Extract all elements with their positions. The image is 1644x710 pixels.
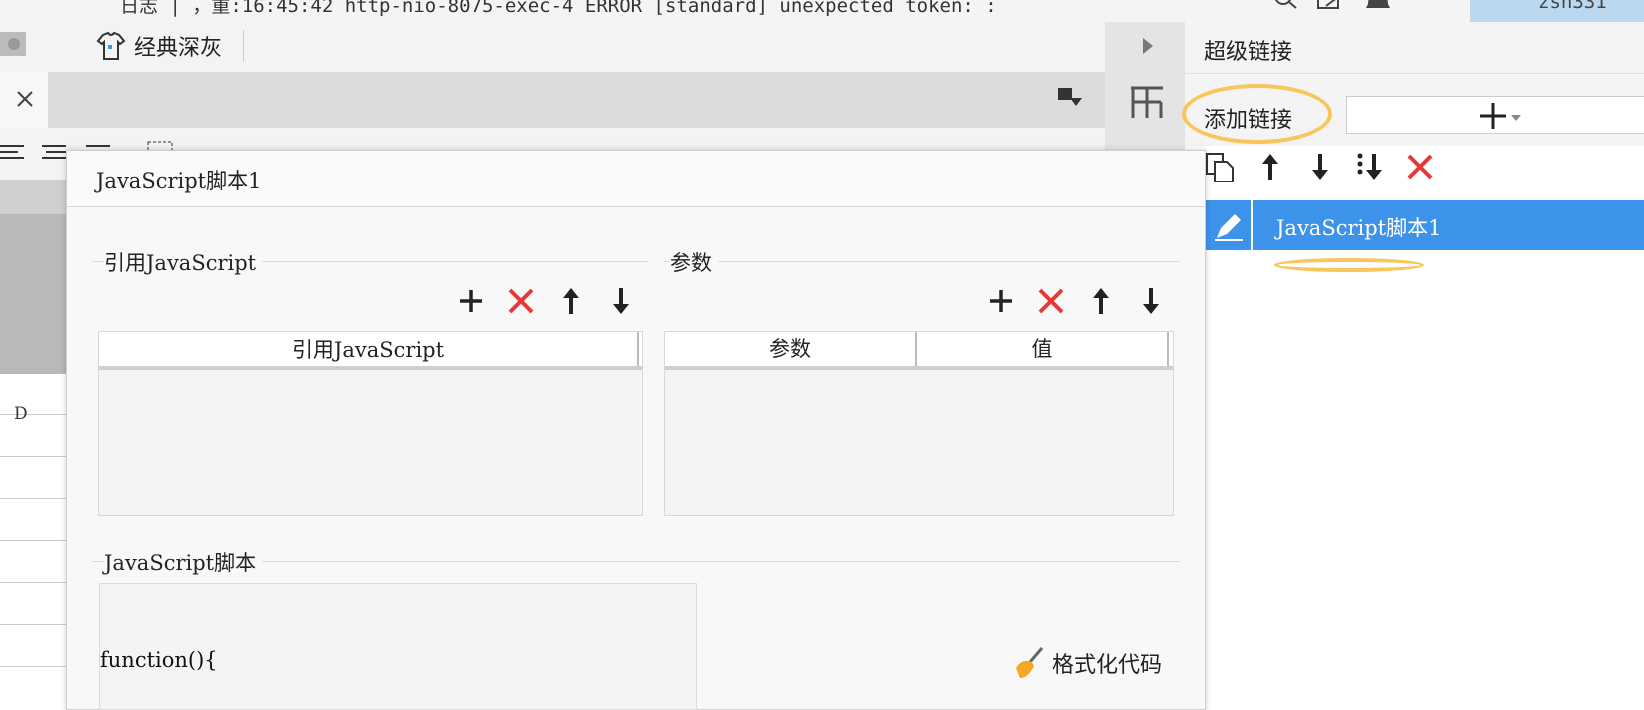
grid-line: [0, 582, 68, 583]
tab-active[interactable]: [0, 72, 48, 128]
username[interactable]: zsh331: [1538, 0, 1607, 13]
column-header-param[interactable]: 参数: [665, 332, 917, 366]
params-table: 参数 值: [664, 331, 1174, 516]
script-group-label: JavaScript脚本: [104, 547, 263, 577]
tab-bar: [0, 72, 1105, 128]
table-header: 参数 值: [665, 332, 1173, 370]
ref-js-table: 引用JavaScript: [98, 331, 643, 516]
dialog-title: JavaScript脚本1: [96, 169, 262, 193]
sheet-area: [0, 374, 68, 710]
highlight-underline: [1274, 258, 1424, 272]
params-toolbar: [986, 286, 1166, 316]
grid-line: [0, 456, 68, 457]
ref-js-group-label: 引用JavaScript: [104, 247, 263, 277]
collapse-arrow-icon[interactable]: [1141, 36, 1155, 56]
move-bottom-icon[interactable]: [1355, 152, 1385, 182]
move-up-icon[interactable]: [1255, 152, 1285, 182]
copy-icon[interactable]: [1205, 152, 1235, 182]
grid-line: [0, 666, 68, 667]
shirt-icon: [96, 31, 126, 60]
grid-line: [0, 414, 68, 415]
status-bar: 日志 | ，重:16:45:42 http-nio-8075-exec-4 ER…: [0, 0, 1644, 22]
link-item-icon-cell[interactable]: [1205, 200, 1253, 250]
code-editor[interactable]: [99, 583, 697, 710]
grid-line: [0, 624, 68, 625]
format-code-label: 格式化代码: [1052, 652, 1163, 677]
ref-js-toolbar: [456, 286, 636, 316]
move-up-icon[interactable]: [556, 286, 586, 316]
log-text: 日志 | ，重:16:45:42 http-nio-8075-exec-4 ER…: [120, 0, 997, 17]
theme-bar: 经典深灰: [0, 22, 1105, 72]
divider: [243, 30, 244, 62]
params-group-label: 参数: [670, 247, 718, 277]
delete-icon[interactable]: [506, 286, 536, 316]
highlight-circle: [1182, 84, 1332, 144]
format-code-button[interactable]: 格式化代码: [1012, 646, 1162, 680]
canvas-gray: [0, 214, 68, 374]
ruler: [0, 180, 68, 214]
move-up-icon[interactable]: [1086, 286, 1116, 316]
add-link-dropdown-button[interactable]: [1346, 96, 1644, 134]
grid-line: [0, 498, 68, 499]
close-icon[interactable]: [16, 90, 34, 108]
plus-dropdown-icon: [1480, 103, 1521, 129]
grid-line: [0, 540, 68, 541]
move-down-icon[interactable]: [606, 286, 636, 316]
edit-note-icon[interactable]: [1316, 0, 1346, 14]
link-toolbar: [1205, 152, 1435, 182]
cell-attribute-icon[interactable]: [1129, 84, 1165, 120]
theme-selector[interactable]: 经典深灰: [96, 30, 222, 62]
add-icon[interactable]: [456, 286, 486, 316]
table-header: 引用JavaScript: [99, 332, 642, 370]
hyperlink-panel-title: 超级链接: [1204, 39, 1293, 64]
link-item-label[interactable]: JavaScript脚本1: [1276, 212, 1441, 242]
delete-icon[interactable]: [1405, 152, 1435, 182]
delete-icon[interactable]: [1036, 286, 1066, 316]
move-down-icon[interactable]: [1136, 286, 1166, 316]
column-header[interactable]: 引用JavaScript: [99, 332, 639, 366]
theme-label: 经典深灰: [134, 35, 223, 60]
broom-icon: [1016, 647, 1044, 678]
group-divider: [664, 261, 1180, 262]
bell-icon[interactable]: [1364, 0, 1394, 14]
code-text[interactable]: function(){: [100, 648, 218, 672]
column-header-d[interactable]: D: [14, 404, 28, 424]
move-down-icon[interactable]: [1305, 152, 1335, 182]
app-logo-icon: [0, 32, 26, 56]
pencil-icon: [1215, 214, 1243, 241]
format-paint-icon[interactable]: [1058, 88, 1084, 112]
add-icon[interactable]: [986, 286, 1016, 316]
column-header-value[interactable]: 值: [917, 332, 1169, 366]
search-icon[interactable]: [1270, 0, 1300, 14]
